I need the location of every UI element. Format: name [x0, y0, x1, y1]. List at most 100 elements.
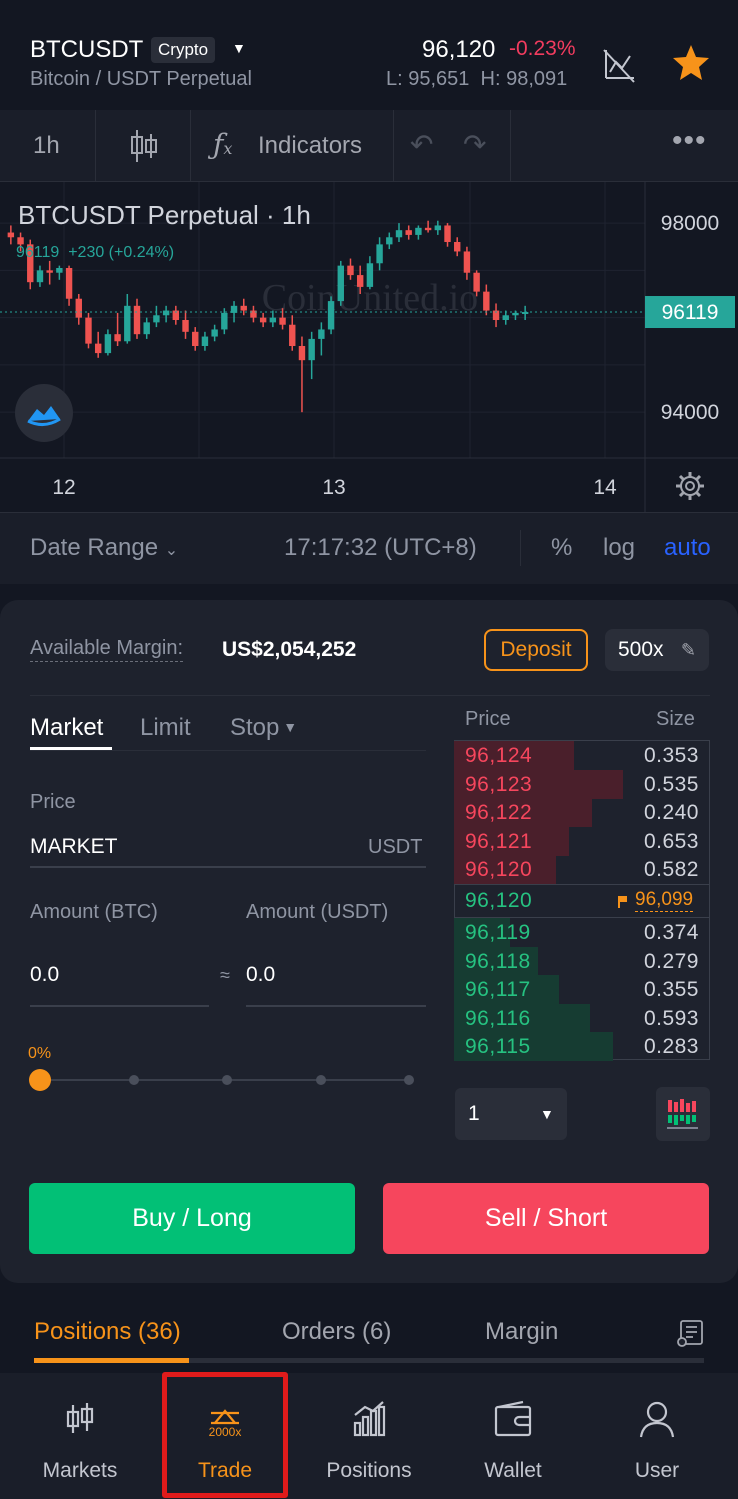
- candle-body: [424, 227, 432, 231]
- tab-positions[interactable]: Positions (36): [34, 1318, 181, 1346]
- orderbook-price: 96,121: [465, 829, 533, 853]
- precision-value: 1: [468, 1102, 480, 1125]
- tab-margin[interactable]: Margin: [485, 1318, 558, 1346]
- more-icon[interactable]: •••: [672, 124, 707, 158]
- candle: [104, 329, 112, 356]
- candle: [124, 294, 131, 344]
- candle: [337, 260, 344, 306]
- amount-btc-input[interactable]: 0.0: [30, 963, 59, 987]
- candle-body: [46, 270, 53, 273]
- candle: [492, 303, 500, 328]
- interval-button[interactable]: 1h: [33, 110, 60, 182]
- orderbook-price: 96,124: [465, 744, 533, 767]
- sell-short-button[interactable]: Sell / Short: [383, 1183, 709, 1254]
- candle: [182, 310, 189, 339]
- candle-body: [192, 331, 199, 346]
- orderbook-size: 0.283: [643, 1035, 699, 1059]
- divider: [30, 695, 710, 696]
- orderbook-ask-row[interactable]: 96,121 0.653: [454, 826, 710, 856]
- orderbook-bid-row[interactable]: 96,116 0.593: [454, 1003, 710, 1033]
- available-margin-label[interactable]: Available Margin:: [30, 637, 184, 662]
- candles-icon[interactable]: [128, 128, 160, 164]
- nav-user[interactable]: User: [587, 1373, 727, 1499]
- candle: [444, 223, 451, 247]
- candle: [192, 327, 199, 351]
- percent-scale-button[interactable]: %: [551, 512, 572, 584]
- amount-usdt-input[interactable]: 0.0: [246, 963, 275, 987]
- candle-body: [347, 265, 354, 276]
- tab-market[interactable]: Market: [30, 714, 103, 742]
- tab-stop-label: Stop: [230, 714, 280, 741]
- buy-long-button[interactable]: Buy / Long: [29, 1183, 355, 1254]
- orderbook-mark-price[interactable]: 96,099: [635, 889, 694, 912]
- tab-orders[interactable]: Orders (6): [282, 1318, 391, 1346]
- candle: [65, 265, 73, 306]
- orderbook-bid-row[interactable]: 96,117 0.355: [454, 975, 710, 1005]
- date-range-button[interactable]: Date Range ⌄: [30, 512, 178, 584]
- order-history-icon[interactable]: [676, 1318, 706, 1348]
- nav-wallet[interactable]: Wallet: [443, 1373, 583, 1499]
- approx-sign: ≈: [220, 965, 230, 985]
- symbol-title[interactable]: BTCUSDT: [30, 36, 143, 64]
- price-field[interactable]: MARKET: [30, 835, 118, 859]
- candle-body: [318, 329, 325, 339]
- candle: [46, 260, 53, 285]
- undo-icon[interactable]: ↶: [410, 128, 433, 161]
- star-icon[interactable]: [670, 42, 712, 84]
- candle: [405, 225, 412, 240]
- toolbar-divider: [95, 110, 96, 182]
- candle-body: [104, 334, 112, 354]
- time-display: 17:17:32 (UTC+8): [284, 534, 477, 561]
- slider-step[interactable]: [129, 1075, 139, 1085]
- candle-body: [366, 263, 374, 287]
- orderbook-ask-row[interactable]: 96,120 0.582: [454, 855, 710, 885]
- amount-slider-handle[interactable]: [29, 1069, 51, 1091]
- leverage-button[interactable]: 500x ✎: [605, 629, 709, 671]
- candle-body: [395, 230, 403, 238]
- orderbook-price: 96,116: [465, 1006, 531, 1030]
- chart-off-icon[interactable]: [600, 44, 638, 84]
- log-scale-button[interactable]: log: [603, 512, 635, 584]
- available-margin-value: US$2,054,252: [222, 638, 357, 661]
- x-tick-label: 14: [593, 476, 617, 499]
- candle-body: [133, 305, 141, 335]
- symbol-dropdown-caret-icon[interactable]: ▼: [232, 40, 246, 56]
- candle: [94, 331, 102, 358]
- orderbook-bid-row[interactable]: 96,115 0.283: [454, 1032, 710, 1062]
- indicators-button[interactable]: Indicators: [258, 110, 362, 182]
- orderbook-bid-row[interactable]: 96,119 0.374: [454, 918, 710, 947]
- candlestick-chart[interactable]: CoinUnited.io 96119 98000 94000 12 13 14: [0, 182, 738, 512]
- orderbook-ask-row[interactable]: 96,124 0.353: [454, 741, 710, 770]
- tab-limit[interactable]: Limit: [140, 714, 191, 742]
- price-chart[interactable]: CoinUnited.io 96119 98000 94000 12 13 14: [0, 182, 738, 512]
- slider-step[interactable]: [404, 1075, 414, 1085]
- tradingview-logo-icon[interactable]: [15, 384, 73, 442]
- slider-step[interactable]: [316, 1075, 326, 1085]
- last-price-tag-label: 96119: [662, 301, 719, 324]
- slider-step[interactable]: [222, 1075, 232, 1085]
- price-label: Price: [30, 791, 76, 813]
- candle: [201, 331, 209, 351]
- deposit-button[interactable]: Deposit: [484, 629, 588, 671]
- candle-body: [483, 291, 490, 311]
- auto-scale-button[interactable]: auto: [664, 512, 711, 584]
- orderbook-ask-row[interactable]: 96,123 0.535: [454, 769, 710, 799]
- orderbook-bid-row[interactable]: 96,118 0.279: [454, 946, 710, 976]
- candle-body: [211, 329, 218, 337]
- nav-positions[interactable]: Positions: [299, 1373, 439, 1499]
- orderbook-view-button[interactable]: [656, 1087, 710, 1141]
- gear-icon[interactable]: [676, 472, 704, 500]
- nav-markets-label: Markets: [42, 1459, 118, 1482]
- price-unit: USDT: [368, 836, 423, 858]
- toolbar-divider: [190, 110, 191, 182]
- tab-stop[interactable]: Stop ▼: [230, 714, 297, 742]
- redo-icon[interactable]: ↷: [463, 128, 486, 161]
- fx-icon[interactable]: ƒx: [213, 128, 232, 161]
- candle: [7, 225, 15, 245]
- orderbook-size: 0.653: [643, 829, 699, 853]
- orderbook-ask-row[interactable]: 96,122 0.240: [454, 798, 710, 828]
- price-field-underline: [30, 866, 426, 868]
- nav-markets[interactable]: Markets: [10, 1373, 150, 1499]
- caret-down-icon: ▼: [540, 1106, 554, 1122]
- candle: [308, 331, 315, 380]
